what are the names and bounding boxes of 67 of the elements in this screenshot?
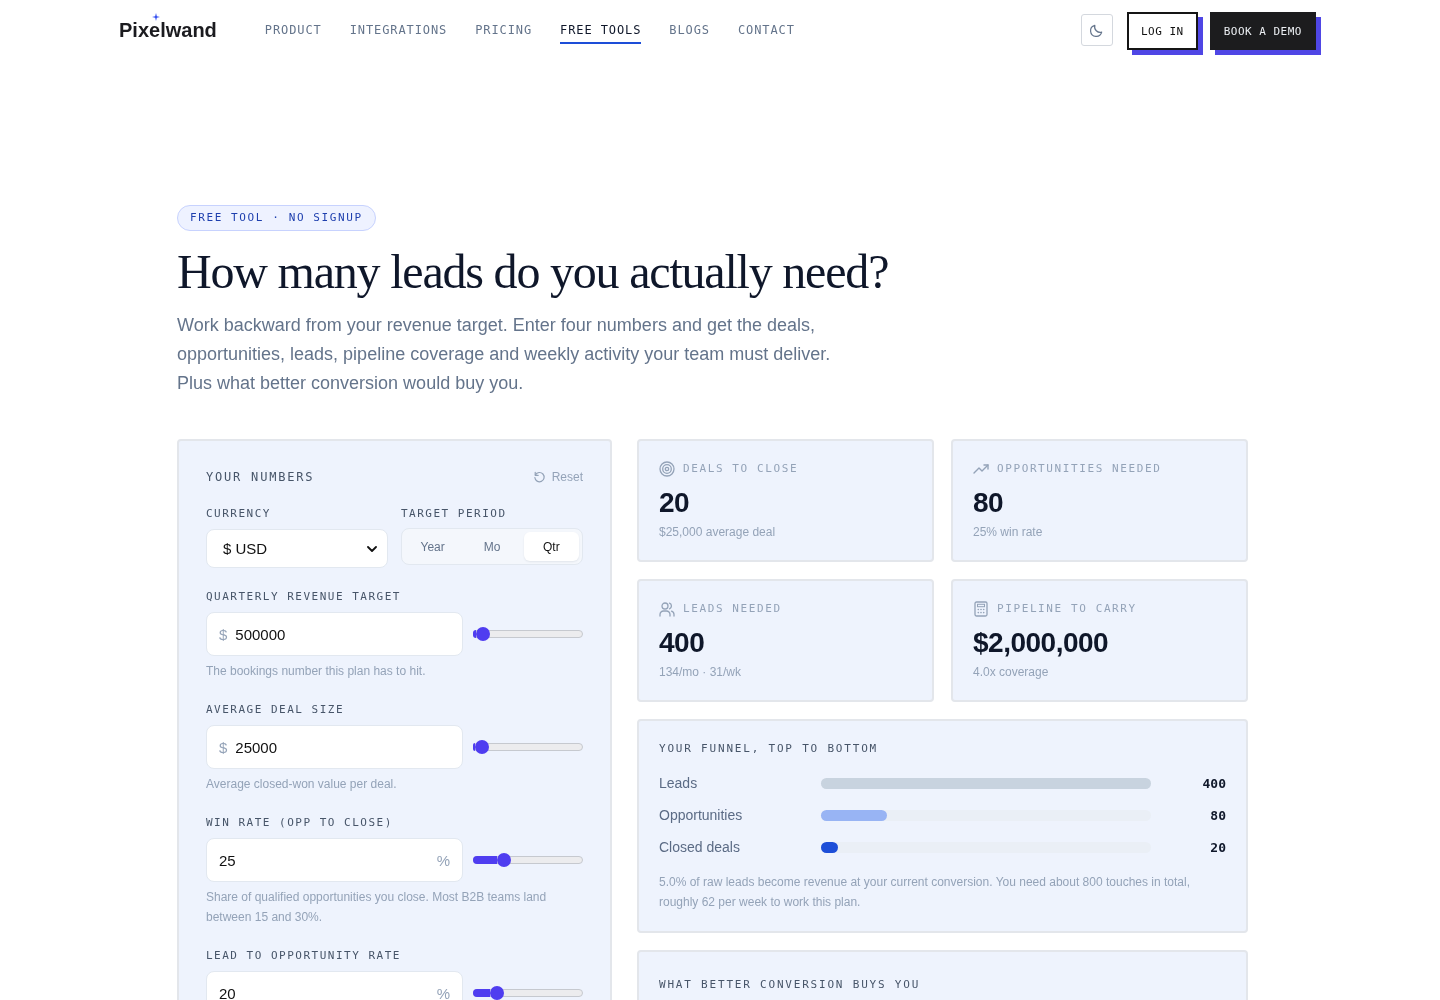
slider-thumb[interactable] — [475, 627, 490, 641]
slider-thumb[interactable] — [490, 986, 505, 1000]
target-icon — [659, 461, 675, 477]
help-text: The bookings number this plan has to hit. — [206, 663, 426, 680]
theme-toggle-button[interactable] — [1080, 14, 1113, 46]
number-input[interactable]: 25 % — [206, 838, 463, 882]
nav-link[interactable]: INTEGRATIONS — [349, 23, 448, 44]
field-label: AVERAGE DEAL SIZE — [206, 703, 345, 717]
number-input[interactable]: $ 25000 — [206, 725, 463, 769]
nav-link[interactable]: BLOGS — [669, 23, 710, 44]
intro-text: Work backward from your revenue target. Enter four numbers and get the deals, opportunities, leads, pipeline coverage and weekly activity your team must deliver. Plus what better conversion would buy you. — [177, 314, 832, 395]
slider[interactable] — [473, 852, 583, 868]
metric-value: 20 — [659, 486, 690, 520]
metric-label: DEALS TO CLOSE — [683, 462, 799, 476]
page-title: How many leads do you actually need? — [177, 245, 889, 298]
funnel-value: 20 — [1210, 839, 1226, 855]
period-tab[interactable]: Mo — [464, 532, 520, 561]
moon-icon — [1089, 22, 1105, 38]
slider[interactable] — [473, 626, 583, 642]
currency-select[interactable]: $ USD — [206, 529, 388, 568]
slider[interactable] — [473, 985, 583, 1000]
funnel-label: Leads — [659, 775, 699, 791]
number-input[interactable]: $ 500000 — [206, 612, 463, 656]
metric-value: 400 — [659, 626, 705, 660]
nav-link[interactable]: PRICING — [475, 23, 533, 44]
demo-button[interactable]: BOOK A DEMO — [1209, 12, 1321, 55]
metric-label: PIPELINE TO CARRY — [997, 602, 1137, 616]
help-text: Share of qualified opportunities you close. Most B2B teams land between 15 and 30%. — [206, 889, 548, 926]
panel-title: YOUR NUMBERS — [206, 470, 315, 484]
funnel-label: Opportunities — [659, 807, 744, 823]
funnel-value: 80 — [1210, 807, 1226, 823]
card-title: YOUR FUNNEL, TOP TO BOTTOM — [659, 742, 878, 756]
field-label: CURRENCY — [206, 507, 271, 521]
help-text: Average closed-won value per deal. — [206, 776, 397, 793]
reset-icon — [532, 470, 546, 484]
metric-value: 80 — [973, 486, 1004, 520]
nav-link[interactable]: CONTACT — [737, 23, 795, 44]
field-label: TARGET PERIOD — [401, 507, 507, 521]
metric-detail: $25,000 average deal — [659, 524, 776, 540]
metric-detail: 25% win rate — [973, 524, 1043, 540]
field-label: QUARTERLY REVENUE TARGET — [206, 590, 401, 604]
calculator-icon — [973, 601, 989, 617]
funnel-note: 5.0% of raw leads become revenue at your current conversion. You need about 800 touches in total, roughly 62 per week to work this plan. — [659, 874, 1191, 911]
card-title: WHAT BETTER CONVERSION BUYS YOU — [659, 978, 921, 991]
metric-value: $2,000,000 — [973, 626, 1109, 660]
period-tab[interactable]: Qtr — [523, 532, 579, 561]
nav-link[interactable]: PRODUCT — [264, 23, 322, 44]
metric-label: OPPORTUNITIES NEEDED — [997, 462, 1162, 476]
chevron-down-icon — [367, 545, 377, 552]
field-label: LEAD TO OPPORTUNITY RATE — [206, 949, 401, 963]
slider-thumb[interactable] — [497, 853, 511, 867]
sparkle-icon — [152, 13, 160, 21]
users-icon — [659, 601, 675, 617]
field-label: WIN RATE (OPP TO CLOSE) — [206, 816, 393, 830]
funnel-value: 400 — [1202, 775, 1226, 791]
slider[interactable] — [473, 739, 583, 755]
metric-label: LEADS NEEDED — [683, 602, 782, 616]
login-button[interactable]: LOG IN — [1126, 12, 1203, 55]
nav-link[interactable]: FREE TOOLS — [560, 23, 642, 44]
slider-thumb[interactable] — [474, 740, 489, 754]
funnel-label: Closed deals — [659, 839, 741, 855]
logo-wordmark[interactable]: Pixelwand — [119, 19, 217, 41]
metric-detail: 4.0x coverage — [973, 664, 1049, 680]
period-tab[interactable]: Year — [405, 532, 461, 561]
metric-detail: 134/mo · 31/wk — [659, 664, 742, 680]
number-input[interactable]: 20 % — [206, 971, 463, 1000]
tool-badge: FREE TOOL · NO SIGNUP — [177, 205, 376, 231]
